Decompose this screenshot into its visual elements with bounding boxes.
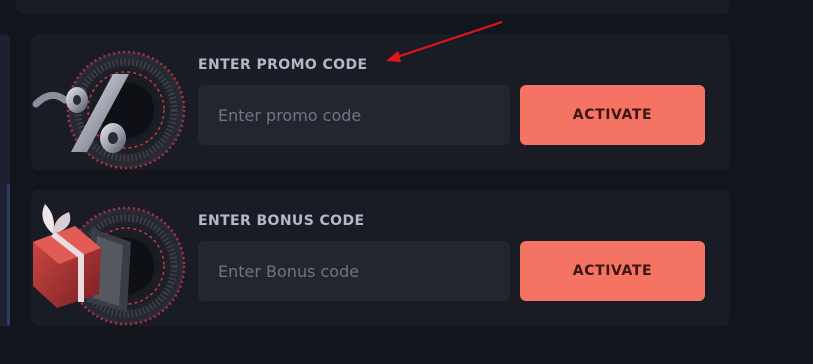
sidebar-edge — [0, 34, 10, 326]
bonus-code-input[interactable] — [198, 241, 510, 301]
bonus-code-title: ENTER BONUS CODE — [198, 213, 365, 229]
promo-code-title: ENTER PROMO CODE — [198, 57, 368, 73]
percent-icon — [32, 50, 186, 170]
annotation-arrow — [386, 21, 503, 62]
activate-bonus-button[interactable]: ACTIVATE — [520, 241, 705, 301]
promo-code-input[interactable] — [198, 85, 510, 145]
bonus-code-card: ENTER BONUS CODE ACTIVATE — [31, 190, 730, 326]
gift-icon — [33, 204, 186, 326]
previous-card-edge — [16, 0, 730, 14]
activate-promo-button[interactable]: ACTIVATE — [520, 85, 705, 145]
